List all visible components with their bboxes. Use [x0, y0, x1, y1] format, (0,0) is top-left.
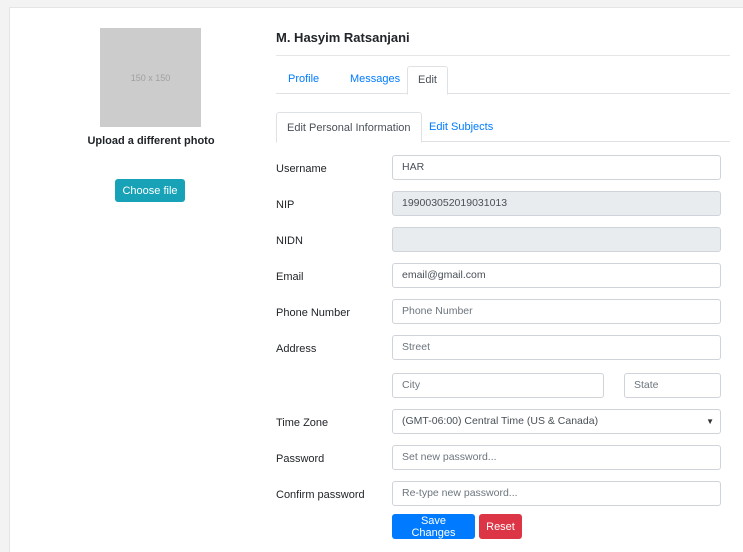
tab-messages[interactable]: Messages — [340, 66, 410, 94]
confirm-password-field[interactable]: Re-type new password... — [392, 481, 721, 506]
upload-caption: Upload a different photo — [87, 135, 215, 147]
nip-label: NIP — [276, 199, 295, 211]
profile-name: M. Hasyim Ratsanjani — [276, 30, 410, 45]
choose-file-button[interactable]: Choose file — [115, 179, 185, 202]
tab-edit-personal-information[interactable]: Edit Personal Information — [276, 112, 422, 143]
confirm-password-label: Confirm password — [276, 489, 365, 501]
divider — [276, 55, 730, 56]
email-field[interactable]: email@gmail.com — [392, 263, 721, 288]
username-label: Username — [276, 163, 327, 175]
reset-button[interactable]: Reset — [479, 514, 522, 539]
timezone-label: Time Zone — [276, 417, 329, 429]
username-field[interactable]: HAR — [392, 155, 721, 180]
save-changes-button[interactable]: Save Changes — [392, 514, 475, 539]
nidn-label: NIDN — [276, 235, 303, 247]
street-field[interactable]: Street — [392, 335, 721, 360]
phone-label: Phone Number — [276, 307, 350, 319]
phone-field[interactable]: Phone Number — [392, 299, 721, 324]
email-label: Email — [276, 271, 304, 283]
nip-field: 199003052019031013 — [392, 191, 721, 216]
profile-tabs: Profile Messages Edit — [276, 66, 730, 95]
tab-edit-subjects[interactable]: Edit Subjects — [419, 112, 503, 142]
avatar-placeholder: 150 x 150 — [100, 28, 201, 127]
timezone-select[interactable]: (GMT-06:00) Central Time (US & Canada) ▼ — [392, 409, 721, 434]
address-label: Address — [276, 343, 317, 355]
edit-subtabs: Edit Personal Information Edit Subjects — [276, 112, 730, 143]
tab-edit[interactable]: Edit — [407, 66, 448, 95]
city-field[interactable]: City — [392, 373, 604, 398]
state-field[interactable]: State — [624, 373, 721, 398]
password-field[interactable]: Set new password... — [392, 445, 721, 470]
profile-page: 150 x 150 Upload a different photo Choos… — [9, 7, 743, 552]
chevron-down-icon: ▼ — [706, 417, 714, 426]
password-label: Password — [276, 453, 325, 465]
nidn-field — [392, 227, 721, 252]
timezone-value: (GMT-06:00) Central Time (US & Canada) — [402, 415, 599, 427]
avatar-placeholder-text: 150 x 150 — [130, 72, 171, 83]
tab-profile[interactable]: Profile — [278, 66, 329, 94]
